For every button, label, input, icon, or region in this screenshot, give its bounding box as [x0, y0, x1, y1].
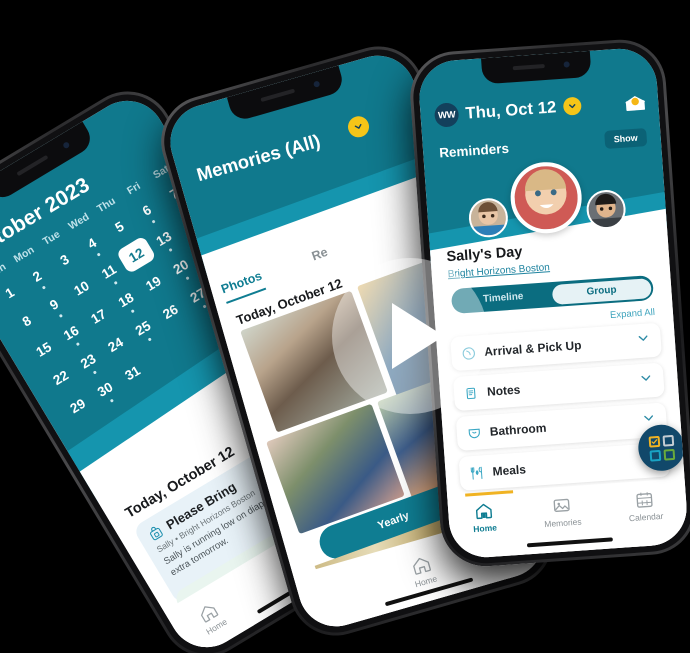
- fab-square-gray: [661, 434, 674, 447]
- section-label: Bathroom: [489, 420, 547, 439]
- home-icon: [476, 503, 493, 520]
- section-label: Arrival & Pick Up: [483, 338, 582, 359]
- day-event-dot: [92, 370, 97, 375]
- meals-icon: [470, 466, 483, 480]
- section-label: Notes: [486, 382, 521, 399]
- day-event-dot: [75, 342, 80, 347]
- grid-icon: [648, 434, 675, 462]
- nav-item-memories[interactable]: Memories: [542, 495, 582, 530]
- account-avatar[interactable]: WW: [433, 102, 460, 128]
- envelope-icon[interactable]: [624, 93, 647, 111]
- day-event-dot: [58, 313, 63, 318]
- fab-square-blue: [648, 449, 661, 462]
- nav-item-home[interactable]: Home: [193, 598, 229, 636]
- child-avatar-left[interactable]: [467, 197, 509, 239]
- section-label: Meals: [492, 462, 527, 479]
- nav-label: Memories: [543, 516, 582, 530]
- memories-icon: [553, 498, 570, 512]
- day-event-dot: [147, 337, 152, 342]
- nav-item-calendar[interactable]: Calendar: [627, 489, 664, 523]
- selected-date: Thu, Oct 12: [464, 97, 557, 123]
- play-triangle-icon: [392, 303, 444, 369]
- play-button[interactable]: [332, 258, 488, 414]
- fab-square-checked: [648, 435, 660, 448]
- nav-label: Home: [472, 522, 498, 535]
- calendar-icon: [636, 492, 654, 508]
- day-event-dot: [96, 252, 101, 257]
- child-avatar-right[interactable]: [584, 188, 627, 231]
- day-event-dot: [130, 309, 135, 314]
- nav-label: Calendar: [628, 510, 664, 524]
- chevron-down-icon[interactable]: [635, 330, 651, 351]
- child-avatar-center[interactable]: [507, 159, 584, 236]
- day-event-dot: [151, 219, 156, 224]
- home-icon: [413, 557, 431, 575]
- show-reminders-button[interactable]: Show: [604, 128, 648, 149]
- segment-group[interactable]: Group: [551, 277, 652, 305]
- chevron-down-icon[interactable]: [638, 370, 654, 391]
- day-event-dot: [41, 285, 46, 290]
- day-event-dot: [168, 247, 173, 252]
- nav-item-home[interactable]: Home: [471, 501, 498, 535]
- fab-square-green: [662, 448, 675, 461]
- screenshot-stage: October 2023 Sun Mon Tue Wed Thu Fri Sat 12345…: [0, 0, 690, 653]
- diaper-icon: [468, 428, 480, 438]
- day-event-dot: [113, 280, 118, 285]
- nav-item-home[interactable]: Home: [408, 552, 438, 589]
- chevron-down-icon[interactable]: [562, 96, 582, 116]
- day-event-dot: [185, 276, 190, 281]
